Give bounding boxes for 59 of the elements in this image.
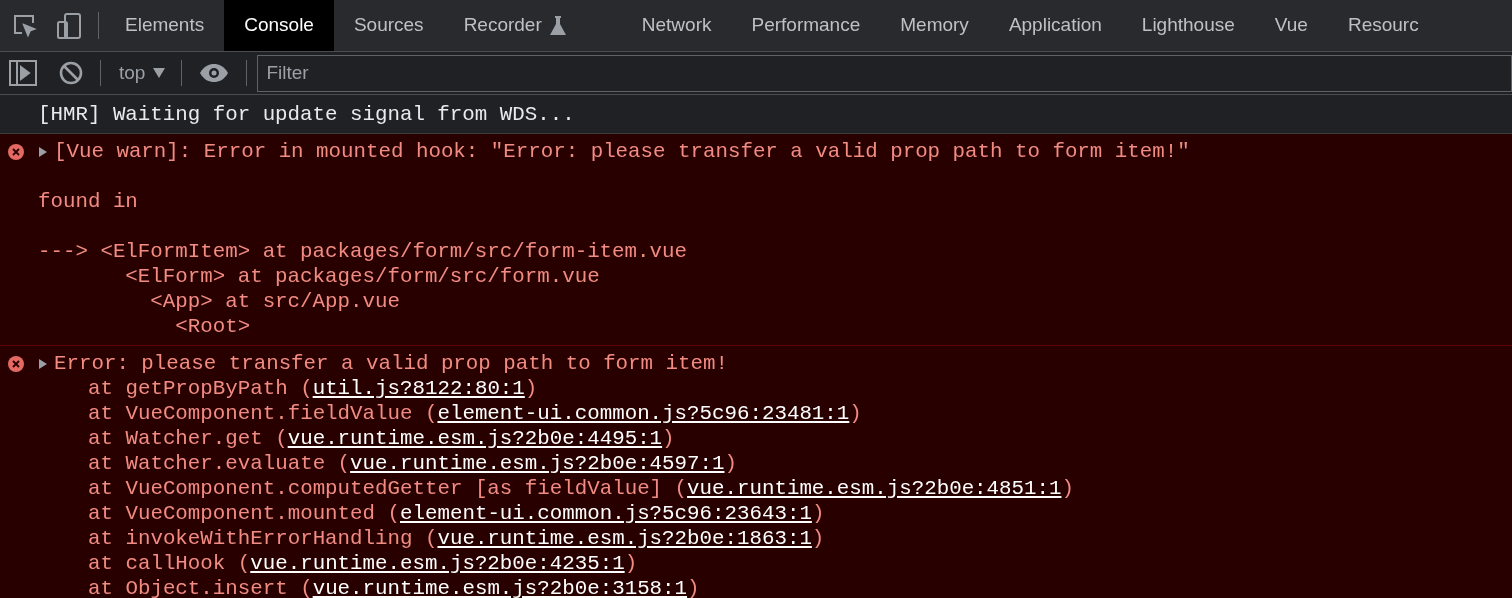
source-link[interactable]: vue.runtime.esm.js?2b0e:1863:1 (437, 526, 812, 551)
filter-field[interactable]: Filter (257, 54, 1512, 92)
closing-paren: ) (811, 501, 825, 526)
panel-tab[interactable]: Vue (1254, 0, 1328, 51)
log-text: found in (38, 189, 138, 214)
panel-tab[interactable]: Elements (105, 0, 225, 51)
closing-paren: ) (724, 451, 737, 476)
device-toolbar-icon[interactable] (56, 11, 82, 40)
log-text: <App> at src/App.vue (149, 289, 400, 314)
closing-paren: ) (524, 376, 538, 401)
source-link[interactable]: vue.runtime.esm.js?2b0e:4495:1 (287, 426, 663, 451)
error-message: [Vue warn]: Error in mounted hook: "Error: please transfer a valid prop path to form item!" (54, 139, 1190, 164)
source-link[interactable]: vue.runtime.esm.js?2b0e:3158:1 (312, 576, 688, 598)
expand-triangle-icon[interactable] (38, 146, 48, 157)
log-text: ---> <ElFormItem> at packages/form/src/form-item.vue (38, 239, 687, 264)
stack-frame: at VueComponent.computedGetter [as fieldValue] ( (88, 476, 688, 501)
closing-paren: ) (1061, 476, 1074, 501)
source-link[interactable]: vue.runtime.esm.js?2b0e:4851:1 (687, 476, 1062, 501)
sidebar-toggle-icon[interactable] (9, 60, 37, 86)
source-link[interactable]: element-ui.common.js?5c96:23481:1 (437, 401, 850, 426)
flask-icon (549, 15, 566, 36)
panel-tab[interactable]: Lighthouse (1121, 0, 1255, 51)
closing-paren: ) (849, 401, 862, 426)
console-message: [HMR] Waiting for update signal from WDS... (0, 95, 1512, 134)
clear-console-icon[interactable] (59, 61, 83, 85)
closing-paren: ) (624, 551, 638, 576)
error-message: Error: please transfer a valid prop path to form item! (54, 351, 728, 376)
stack-frame: at Watcher.evaluate ( (88, 451, 351, 476)
closing-paren: ) (662, 426, 675, 451)
error-icon (8, 355, 24, 372)
panel-tab[interactable]: Resourc (1327, 0, 1439, 51)
panel-tab[interactable]: Application (988, 0, 1122, 51)
source-link[interactable]: vue.runtime.esm.js?2b0e:4597:1 (350, 451, 725, 476)
log-text: <ElForm> at packages/form/src/form.vue (124, 264, 600, 289)
panel-tab[interactable]: Network (621, 0, 732, 51)
panel-tab[interactable]: Performance (731, 0, 881, 51)
closing-paren: ) (811, 526, 825, 551)
source-link[interactable]: util.js?8122:80:1 (312, 376, 525, 401)
panel-tab[interactable]: Recorder (443, 0, 622, 51)
inspect-element-icon[interactable] (12, 12, 38, 39)
stack-frame: at VueComponent.fieldValue ( (88, 401, 438, 426)
source-link[interactable]: element-ui.common.js?5c96:23643:1 (400, 501, 812, 526)
closing-paren: ) (687, 576, 700, 598)
log-text: <Root> (174, 314, 251, 339)
source-link[interactable]: vue.runtime.esm.js?2b0e:4235:1 (250, 551, 625, 576)
context-dropdown[interactable]: top (119, 58, 166, 88)
stack-frame: at invokeWithErrorHandling ( (88, 526, 438, 551)
expand-triangle-icon[interactable] (38, 358, 48, 369)
stack-frame: at Object.insert ( (88, 576, 313, 598)
stack-frame: at getPropByPath ( (88, 376, 313, 401)
panel-tab[interactable]: Memory (880, 0, 989, 51)
eye-icon[interactable] (199, 63, 230, 83)
stack-frame: at Watcher.get ( (88, 426, 288, 451)
dropdown-caret-icon (153, 68, 166, 78)
error-icon (8, 143, 24, 160)
panel-tab[interactable]: Sources (333, 0, 444, 51)
panel-tab[interactable]: Console (224, 0, 334, 51)
stack-frame: at VueComponent.mounted ( (88, 501, 400, 526)
stack-frame: at callHook ( (88, 551, 251, 576)
